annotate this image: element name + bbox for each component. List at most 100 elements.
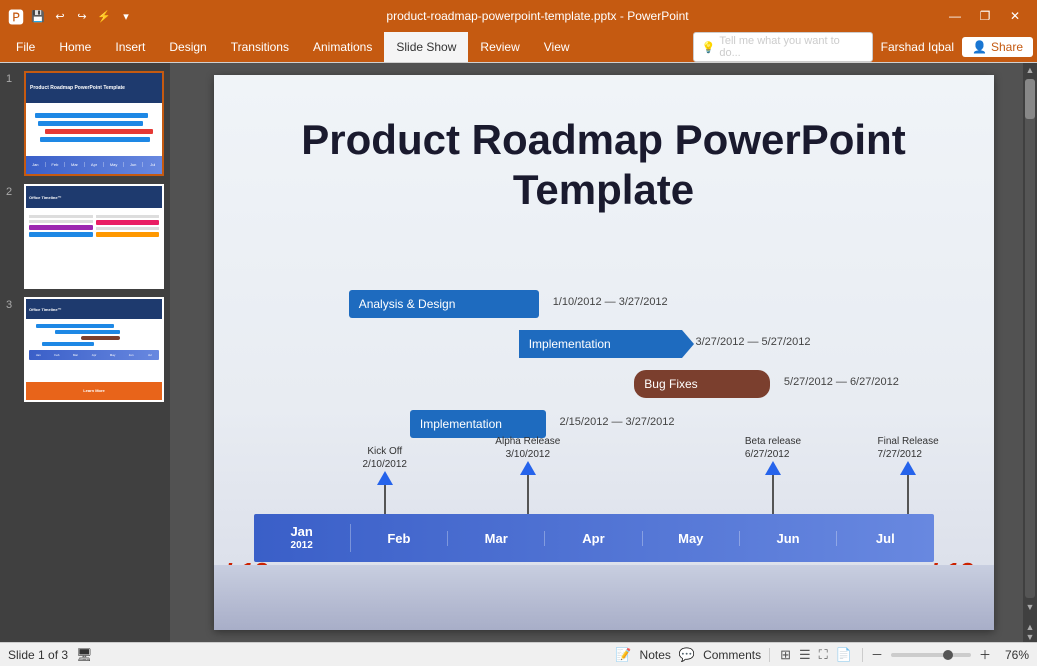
status-left: Slide 1 of 3 🖥 xyxy=(8,647,93,663)
ribbon-search-area: 💡 Tell me what you want to do... Farshad… xyxy=(693,32,1033,62)
beta-flag-icon xyxy=(765,461,781,475)
milestone-final-label: Final Release7/27/2012 xyxy=(878,435,939,461)
gantt-row-1: Analysis & Design 1/10/2012 — 3/27/2012 xyxy=(254,290,934,324)
zoom-slider[interactable] xyxy=(891,653,971,657)
minimize-button[interactable]: — xyxy=(941,2,969,30)
scroll-track[interactable] xyxy=(1025,79,1035,598)
undo-icon[interactable]: ↩ xyxy=(52,8,68,24)
slide-title: Product Roadmap PowerPoint Template xyxy=(274,115,934,216)
tab-animations[interactable]: Animations xyxy=(301,32,384,62)
milestone-kickoff-label: Kick Off2/10/2012 xyxy=(363,445,408,471)
notes-icon[interactable]: 📝 xyxy=(615,647,631,663)
scroll-small-down[interactable]: ▼ xyxy=(1026,632,1035,642)
gantt-date-2: 3/27/2012 — 5/27/2012 xyxy=(696,336,811,348)
scroll-down-arrow[interactable]: ▼ xyxy=(1024,600,1037,614)
month-jul: Jul xyxy=(837,531,933,546)
month-jun: Jun xyxy=(740,531,837,546)
reading-view-icon[interactable]: 📄 xyxy=(834,647,854,663)
slide-thumbnail-2[interactable]: 2 Office Timeline™ xyxy=(6,184,164,289)
slideshow-view-icon[interactable]: ⛶ xyxy=(817,647,830,663)
share-label: Share xyxy=(991,40,1023,54)
tab-insert[interactable]: Insert xyxy=(103,32,157,62)
tab-home[interactable]: Home xyxy=(47,32,103,62)
slide-num-2: 2 xyxy=(6,184,20,198)
tab-review[interactable]: Review xyxy=(468,32,531,62)
zoom-out-icon[interactable]: － xyxy=(871,646,883,663)
gantt-bars-area: Analysis & Design 1/10/2012 — 3/27/2012 … xyxy=(254,290,934,450)
ribbon: File Home Insert Design Transitions Anim… xyxy=(0,32,1037,63)
slide-num-3: 3 xyxy=(6,297,20,311)
customize-icon[interactable]: ⚡ xyxy=(96,8,112,24)
slide-img-1[interactable]: Product Roadmap PowerPoint Template Jan … xyxy=(24,71,164,176)
slide-img-2[interactable]: Office Timeline™ xyxy=(24,184,164,289)
status-bar: Slide 1 of 3 🖥 📝 Notes 💬 Comments ⊞ ☰ ⛶ … xyxy=(0,642,1037,666)
gantt-row-3: Bug Fixes 5/27/2012 — 6/27/2012 xyxy=(254,370,934,404)
dropdown-icon[interactable]: ▾ xyxy=(118,8,134,24)
tab-transitions[interactable]: Transitions xyxy=(219,32,301,62)
month-bar-container: Jan2012 Feb Mar Apr May Jun Jul xyxy=(254,514,934,562)
beta-line xyxy=(772,475,774,515)
gantt-bar-bugfixes: Bug Fixes xyxy=(634,370,770,398)
search-box[interactable]: 💡 Tell me what you want to do... xyxy=(693,32,873,62)
final-line xyxy=(907,475,909,515)
gantt-row-2: Implementation 3/27/2012 — 5/27/2012 xyxy=(254,330,934,364)
title-bar-right: — ❐ ✕ xyxy=(941,2,1029,30)
month-may: May xyxy=(643,531,740,546)
scroll-thumb[interactable] xyxy=(1025,79,1035,119)
scroll-up-arrow[interactable]: ▲ xyxy=(1024,63,1037,77)
month-mar: Mar xyxy=(448,531,545,546)
bottom-bar xyxy=(214,565,994,630)
save-icon[interactable]: 💾 xyxy=(30,8,46,24)
milestone-final: Final Release7/27/2012 xyxy=(878,435,939,515)
zoom-level[interactable]: 76% xyxy=(999,648,1029,662)
tab-view[interactable]: View xyxy=(532,32,582,62)
comments-label[interactable]: Comments xyxy=(703,648,761,662)
normal-view-icon[interactable]: ⊞ xyxy=(778,647,793,663)
milestone-beta: Beta release6/27/2012 xyxy=(745,435,801,515)
slide-info: Slide 1 of 3 xyxy=(8,648,68,662)
milestone-alpha: Alpha Release3/10/2012 xyxy=(495,435,560,515)
redo-icon[interactable]: ↪ xyxy=(74,8,90,24)
title-bar-left: 🅿 💾 ↩ ↪ ⚡ ▾ xyxy=(8,4,134,28)
close-button[interactable]: ✕ xyxy=(1001,2,1029,30)
month-apr: Apr xyxy=(545,531,642,546)
slide-canvas-area: Product Roadmap PowerPoint Template Anal… xyxy=(170,63,1037,642)
user-name: Farshad Iqbal xyxy=(881,40,954,54)
ribbon-tab-bar: File Home Insert Design Transitions Anim… xyxy=(0,32,1037,62)
share-button[interactable]: 👤 Share xyxy=(962,37,1033,57)
slide-thumbnail-1[interactable]: 1 Product Roadmap PowerPoint Template Ja… xyxy=(6,71,164,176)
slide-title-area: Product Roadmap PowerPoint Template xyxy=(214,75,994,236)
gantt-bar-analysis: Analysis & Design xyxy=(349,290,539,318)
person-icon: 👤 xyxy=(972,40,987,54)
gantt-date-3: 5/27/2012 — 6/27/2012 xyxy=(784,376,899,388)
main-area: 1 Product Roadmap PowerPoint Template Ja… xyxy=(0,63,1037,642)
main-slide: Product Roadmap PowerPoint Template Anal… xyxy=(214,75,994,630)
gantt-bar-impl: Implementation xyxy=(519,330,682,358)
kickoff-flag-icon xyxy=(377,471,393,485)
powerpoint-icon: 🅿 xyxy=(8,4,24,28)
tab-file[interactable]: File xyxy=(4,32,47,62)
scroll-small-up[interactable]: ▲ xyxy=(1026,622,1035,632)
notes-label[interactable]: Notes xyxy=(640,648,671,662)
tab-slideshow[interactable]: Slide Show xyxy=(384,32,468,62)
status-icon-accessibility[interactable]: 🖥 xyxy=(76,647,93,663)
slide-thumbnail-3[interactable]: 3 Office Timeline™ Jan xyxy=(6,297,164,402)
tab-design[interactable]: Design xyxy=(157,32,218,62)
month-feb: Feb xyxy=(351,531,448,546)
slide-content: Product Roadmap PowerPoint Template Anal… xyxy=(214,75,994,630)
view-icons: ⊞ ☰ ⛶ 📄 xyxy=(778,647,854,663)
slide-panel: 1 Product Roadmap PowerPoint Template Ja… xyxy=(0,63,170,642)
final-flag-icon xyxy=(900,461,916,475)
comments-icon[interactable]: 💬 xyxy=(679,647,695,663)
gantt-row-4: Implementation 2/15/2012 — 3/27/2012 xyxy=(254,410,934,444)
zoom-in-icon[interactable]: ＋ xyxy=(979,646,991,663)
status-right: 📝 Notes 💬 Comments ⊞ ☰ ⛶ 📄 － ＋ 76% xyxy=(615,646,1029,663)
status-divider-1 xyxy=(769,648,770,662)
zoom-thumb[interactable] xyxy=(943,650,953,660)
alpha-line xyxy=(527,475,529,515)
slide-img-3[interactable]: Office Timeline™ Jan Feb Mar xyxy=(24,297,164,402)
gantt-date-4: 2/15/2012 — 3/27/2012 xyxy=(560,416,675,428)
restore-button[interactable]: ❐ xyxy=(971,2,999,30)
outline-view-icon[interactable]: ☰ xyxy=(797,647,813,663)
milestone-beta-label: Beta release6/27/2012 xyxy=(745,435,801,461)
